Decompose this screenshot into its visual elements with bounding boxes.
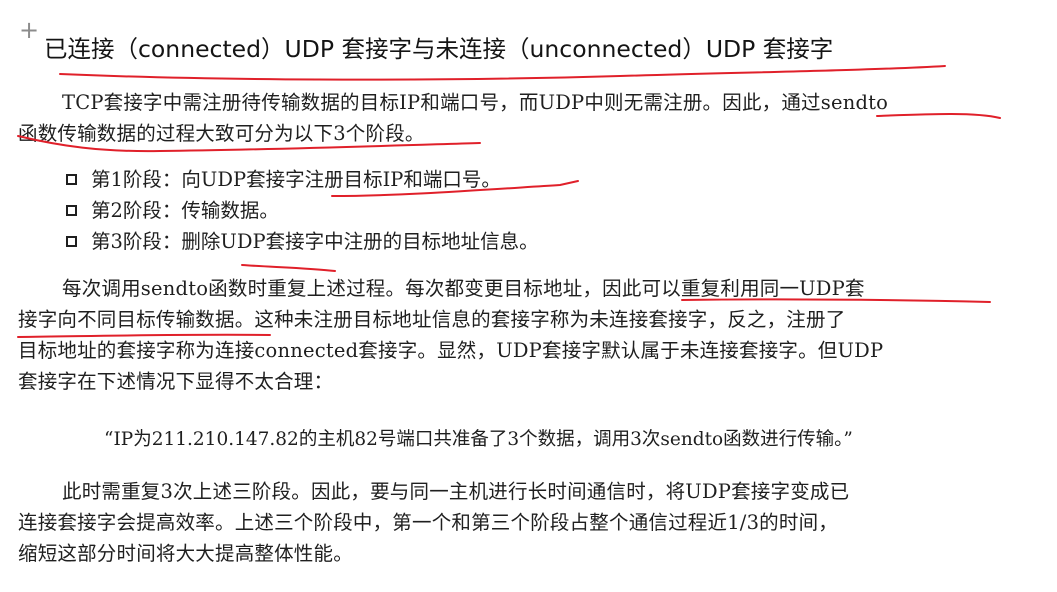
paragraph-line: TCP套接字中需注册待传输数据的目标IP和端口号，而UDP中则无需注册。因此，通… [62, 91, 889, 114]
list-item: 第1阶段：向UDP套接字注册目标IP和端口号。 [66, 164, 539, 195]
paragraph-line: 套接字在下述情况下显得不太合理： [18, 370, 334, 393]
paragraph-line: 此时需重复3次上述三阶段。因此，要与同一主机进行长时间通信时，将UDP套接字变成… [62, 480, 850, 503]
title-underline [59, 65, 946, 81]
paragraph-line: 连接套接字会提高效率。上述三个阶段中，第一个和第三个阶段占整个通信过程近1/3的… [18, 511, 838, 534]
paragraph-explanation: 每次调用sendto函数时重复上述过程。每次都变更目标地址，因此可以重复利用同一… [18, 273, 988, 397]
checkbox-square-icon [66, 205, 77, 216]
stage-list: 第1阶段：向UDP套接字注册目标IP和端口号。 第2阶段：传输数据。 第3阶段：… [66, 164, 539, 257]
section-heading: 已连接（connected）UDP 套接字与未连接（unconnected）UD… [44, 35, 834, 63]
paragraph-line: 缩短这部分时间将大大提高整体性能。 [18, 542, 353, 565]
checkbox-square-icon [66, 236, 77, 247]
paragraph-conclusion: 此时需重复3次上述三阶段。因此，要与同一主机进行长时间通信时，将UDP套接字变成… [18, 476, 988, 569]
paragraph-line: 每次调用sendto函数时重复上述过程。每次都变更目标地址，因此可以重复利用同一… [62, 277, 865, 300]
paragraph-line: 接字向不同目标传输数据。这种未注册目标地址信息的套接字称为未连接套接字，反之，注… [18, 308, 846, 331]
checkbox-square-icon [66, 174, 77, 185]
example-quote: “IP为211.210.147.82的主机82号端口共准备了3个数据，调用3次s… [104, 429, 853, 450]
stage-text: 第2阶段：传输数据。 [91, 199, 279, 222]
paragraph-line: 函数传输数据的过程大致可分为以下3个阶段。 [18, 122, 425, 145]
list-item: 第3阶段：删除UDP套接字中注册的目标地址信息。 [66, 226, 539, 257]
list-item: 第2阶段：传输数据。 [66, 195, 539, 226]
document-page: + 已连接（connected）UDP 套接字与未连接（unconnected）… [0, 0, 1057, 592]
stage-text: 第3阶段：删除UDP套接字中注册的目标地址信息。 [91, 230, 539, 253]
paragraph-line: 目标地址的套接字称为连接connected套接字。显然，UDP套接字默认属于未连… [18, 339, 884, 362]
stage-text: 第1阶段：向UDP套接字注册目标IP和端口号。 [91, 168, 501, 191]
plus-icon[interactable]: + [19, 18, 39, 42]
paragraph-intro: TCP套接字中需注册待传输数据的目标IP和端口号，而UDP中则无需注册。因此，通… [18, 87, 988, 149]
step3-underline [241, 264, 336, 272]
